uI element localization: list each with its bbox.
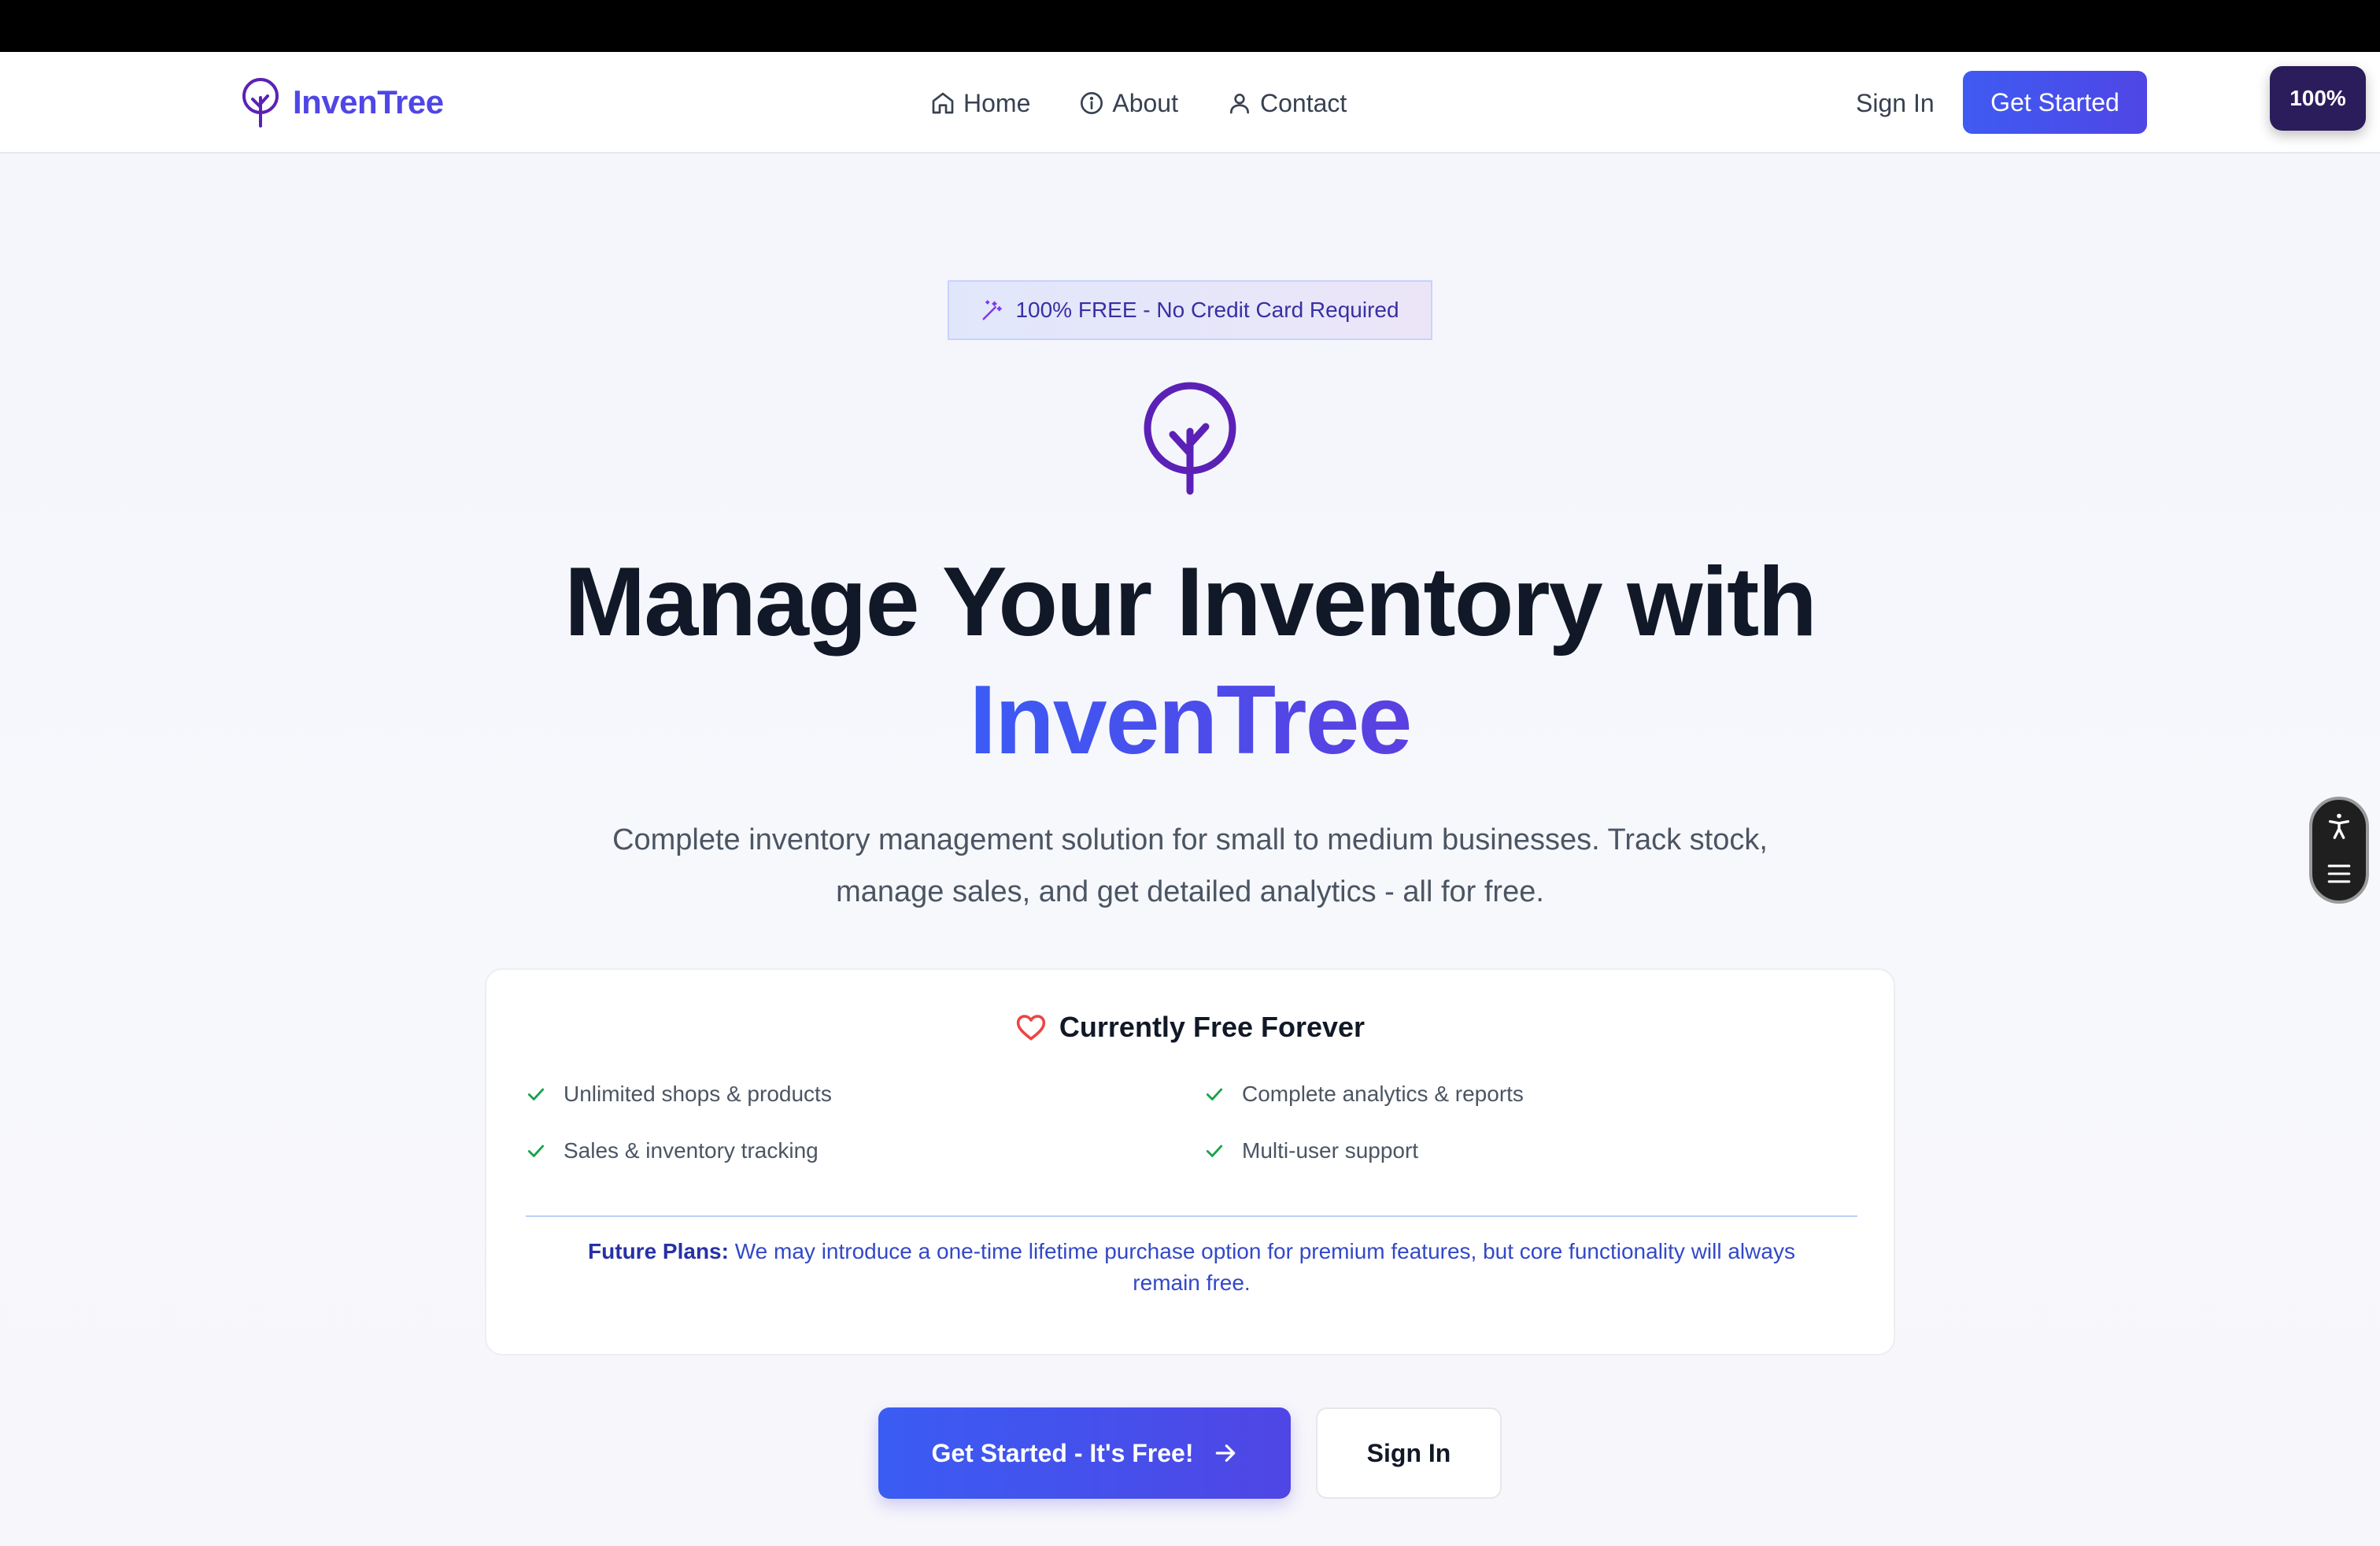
hero-sign-in-button[interactable]: Sign In xyxy=(1316,1407,1502,1499)
card-divider xyxy=(526,1215,1857,1217)
heart-icon xyxy=(1016,1015,1046,1041)
zoom-level-badge[interactable]: 100% xyxy=(2270,66,2366,131)
future-plans-label: Future Plans: xyxy=(588,1239,729,1263)
home-icon xyxy=(932,92,954,114)
nav-get-started-button[interactable]: Get Started xyxy=(1963,71,2147,134)
nav-home-label: Home xyxy=(963,88,1031,117)
browser-top-bar xyxy=(0,0,2380,52)
feature-label: Sales & inventory tracking xyxy=(564,1138,819,1163)
feature-item: Multi-user support xyxy=(1204,1138,1418,1163)
accessibility-button[interactable] xyxy=(2319,807,2359,846)
nav-contact-label: Contact xyxy=(1259,88,1347,117)
check-icon xyxy=(1206,1088,1223,1100)
free-badge: 100% FREE - No Credit Card Required xyxy=(948,280,1432,340)
free-badge-text: 100% FREE - No Credit Card Required xyxy=(1015,298,1399,322)
future-plans-note: Future Plans: We may introduce a one-tim… xyxy=(557,1236,1826,1299)
card-title: Currently Free Forever xyxy=(486,1011,1894,1044)
nav-contact-link[interactable]: Contact xyxy=(1227,89,1347,118)
free-plan-card: Currently Free Forever Unlimited shops &… xyxy=(485,968,1895,1356)
brand-name: InvenTree xyxy=(293,83,444,120)
hero-title-line1: Manage Your Inventory with xyxy=(564,548,1817,656)
nav-home-link[interactable]: Home xyxy=(930,89,1030,118)
future-plans-text: We may introduce a one-time lifetime pur… xyxy=(728,1239,1795,1295)
info-icon xyxy=(1081,92,1103,114)
accessibility-icon xyxy=(2328,814,2350,840)
hero-title: Manage Your Inventory with InvenTree xyxy=(0,543,2380,779)
feature-item: Unlimited shops & products xyxy=(526,1082,832,1107)
check-icon xyxy=(1206,1145,1223,1157)
get-started-free-label: Get Started - It's Free! xyxy=(931,1438,1194,1467)
user-icon xyxy=(1229,94,1249,114)
nav-about-label: About xyxy=(1112,88,1178,117)
hero-title-brand: InvenTree xyxy=(970,661,1413,779)
arrow-right-icon xyxy=(1215,1444,1235,1462)
feature-label: Complete analytics & reports xyxy=(1242,1082,1524,1106)
card-title-text: Currently Free Forever xyxy=(1059,1011,1366,1043)
check-icon xyxy=(527,1088,545,1100)
accessibility-widget xyxy=(2309,797,2369,904)
accessibility-menu-button[interactable] xyxy=(2319,854,2359,893)
tree-logo-icon xyxy=(242,78,279,128)
brand-logo-link[interactable]: InvenTree xyxy=(239,74,444,131)
hero-subtitle: Complete inventory management solution f… xyxy=(612,823,1768,908)
feature-item: Sales & inventory tracking xyxy=(526,1138,819,1163)
main-nav: Home About Contact xyxy=(930,82,1347,124)
feature-label: Unlimited shops & products xyxy=(564,1082,832,1106)
tree-logo-icon xyxy=(1144,382,1236,495)
navbar: InvenTree Home About Contact Sign In Get… xyxy=(0,52,2380,153)
check-icon xyxy=(527,1145,545,1157)
feature-item: Complete analytics & reports xyxy=(1204,1082,1524,1107)
nav-about-link[interactable]: About xyxy=(1079,89,1178,118)
magic-wand-icon xyxy=(982,300,1003,320)
menu-icon xyxy=(2327,864,2351,883)
nav-sign-in-link[interactable]: Sign In xyxy=(1856,83,1935,123)
get-started-free-button[interactable]: Get Started - It's Free! xyxy=(878,1407,1291,1499)
feature-label: Multi-user support xyxy=(1242,1138,1419,1163)
